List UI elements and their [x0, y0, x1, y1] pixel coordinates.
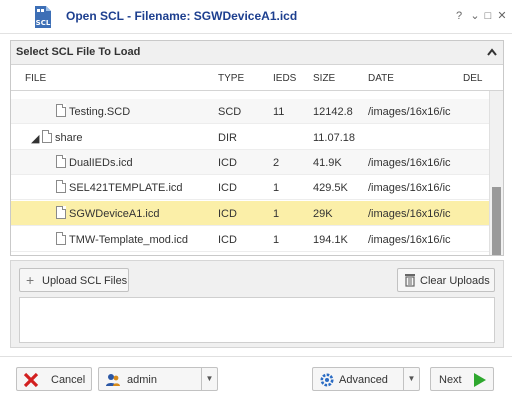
file-icon: [56, 206, 66, 219]
table-row[interactable]: Testing.SCD SCD 11 12142.8 /images/16x16…: [11, 99, 489, 124]
tree-collapse-icon[interactable]: ◢: [31, 132, 39, 145]
file-name: SGWDeviceA1.icd: [69, 208, 160, 220]
file-date: /images/16x16/ic: [368, 182, 451, 194]
next-button[interactable]: Next: [430, 367, 494, 391]
cancel-label: Cancel: [51, 374, 86, 386]
file-type: DIR: [218, 132, 237, 144]
file-ieds: 1: [273, 182, 280, 194]
folder-name: share: [55, 132, 83, 144]
trash-icon: [405, 273, 415, 290]
file-name: TMW-Template_mod.icd: [69, 234, 188, 246]
table-row[interactable]: TMW-Template_mod.icd ICD 1 194.1K /image…: [11, 227, 489, 252]
gear-icon: [319, 372, 335, 391]
user-select[interactable]: admin ▼: [98, 367, 218, 391]
file-type: SCD: [218, 106, 242, 118]
file-ieds: 11: [273, 106, 285, 118]
cancel-x-icon: [23, 372, 39, 391]
clear-button-label: Clear Uploads: [420, 275, 490, 287]
file-name: DualIEDs.icd: [69, 157, 133, 169]
file-size: 29K: [313, 208, 333, 220]
file-size: 429.5K: [313, 182, 348, 194]
table-row[interactable]: SEL421TEMPLATE.icd ICD 1 429.5K /images/…: [11, 175, 489, 200]
table-row-selected[interactable]: SGWDeviceA1.icd ICD 1 29K /images/16x16/…: [11, 201, 489, 226]
close-icon[interactable]: ✕: [495, 8, 509, 24]
file-type: ICD: [218, 182, 237, 194]
file-ieds: 2: [273, 157, 280, 169]
window-title: Open SCL - Filename: SGWDeviceA1.icd: [66, 9, 298, 23]
panel-title: Select SCL File To Load: [16, 46, 141, 58]
svg-text:SCL: SCL: [36, 19, 51, 27]
file-ieds: 1: [273, 234, 280, 246]
advanced-label: Advanced: [339, 374, 388, 386]
file-size: 11.07.18: [313, 132, 356, 144]
file-date: /images/16x16/ic: [368, 208, 451, 220]
help-icon[interactable]: ?: [452, 8, 466, 24]
upload-scl-files-button[interactable]: + Upload SCL Files: [19, 268, 129, 292]
advanced-button[interactable]: Advanced ▼: [312, 367, 420, 391]
users-icon: [105, 372, 121, 391]
grid-scrollbar[interactable]: [489, 91, 503, 255]
table-row[interactable]: DualIEDs.icd ICD 2 41.9K /images/16x16/i…: [11, 150, 489, 175]
clear-uploads-button[interactable]: Clear Uploads: [397, 268, 495, 292]
user-label: admin: [127, 374, 157, 386]
chevron-down-icon[interactable]: ▼: [403, 368, 419, 390]
file-icon: [56, 155, 66, 168]
file-ieds: 1: [273, 208, 280, 220]
plus-icon: +: [26, 272, 35, 288]
file-grid: Testing.SCD SCD 11 12142.8 /images/16x16…: [11, 91, 489, 255]
table-row[interactable]: ◢ share DIR 11.07.18: [11, 125, 489, 150]
column-header-del[interactable]: DEL: [463, 73, 482, 84]
column-header-date[interactable]: DATE: [368, 73, 394, 84]
scroll-thumb[interactable]: [492, 187, 501, 255]
file-size: 41.9K: [313, 157, 342, 169]
file-select-panel: Select SCL File To Load FILE TYPE IEDS S…: [10, 40, 504, 256]
column-header-type[interactable]: TYPE: [218, 73, 244, 84]
maximize-icon[interactable]: □: [481, 8, 495, 24]
file-size: 12142.8: [313, 106, 353, 118]
file-icon: [56, 232, 66, 245]
column-header-size[interactable]: SIZE: [313, 73, 335, 84]
collapse-chevron-up-icon[interactable]: [487, 44, 497, 63]
column-header-row: FILE TYPE IEDS SIZE DATE DEL: [11, 65, 503, 91]
panel-header: Select SCL File To Load: [11, 41, 503, 65]
column-header-ieds[interactable]: IEDS: [273, 73, 296, 84]
file-date: /images/16x16/ic: [368, 157, 451, 169]
file-icon: [56, 180, 66, 193]
upload-file-list[interactable]: [19, 297, 495, 343]
file-icon: [56, 104, 66, 117]
column-header-file[interactable]: FILE: [25, 73, 46, 84]
cancel-button[interactable]: Cancel: [16, 367, 92, 391]
chevron-down-icon[interactable]: ▼: [201, 368, 217, 390]
scl-app-icon: SCL: [32, 5, 54, 29]
minimize-icon[interactable]: ⌄: [468, 8, 482, 24]
upload-area: + Upload SCL Files Clear Uploads: [10, 260, 504, 348]
upload-button-label: Upload SCL Files: [42, 275, 128, 287]
dialog-footer: Cancel admin ▼ Advanced ▼ Next: [0, 356, 512, 400]
play-arrow-icon: [473, 372, 487, 391]
file-name: SEL421TEMPLATE.icd: [69, 182, 183, 194]
file-name: Testing.SCD: [69, 106, 131, 118]
file-date: /images/16x16/ic: [368, 234, 451, 246]
next-label: Next: [439, 374, 462, 386]
folder-icon: [42, 130, 52, 143]
file-type: ICD: [218, 208, 237, 220]
title-bar: SCL Open SCL - Filename: SGWDeviceA1.icd…: [0, 0, 512, 34]
file-date: /images/16x16/ic: [368, 106, 451, 118]
file-size: 194.1K: [313, 234, 348, 246]
file-type: ICD: [218, 157, 237, 169]
file-type: ICD: [218, 234, 237, 246]
